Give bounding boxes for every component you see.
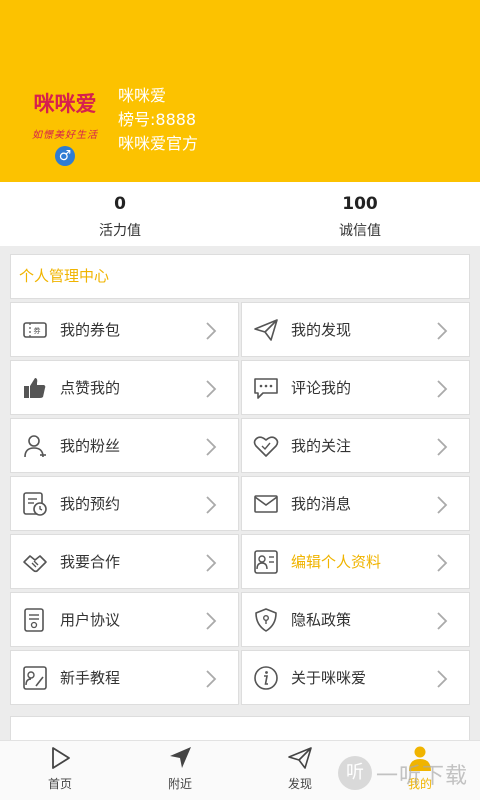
panel-title: 个人管理中心: [10, 254, 470, 299]
menu-label: 新手教程: [60, 669, 121, 687]
chevron-right-icon: [206, 554, 217, 572]
tab-label: 附近: [167, 777, 192, 791]
comment-icon: [254, 378, 278, 399]
user-icon: [24, 435, 46, 458]
envelope-icon: [254, 495, 278, 513]
chevron-right-icon: [437, 496, 448, 514]
stat-vitality[interactable]: 0 活力值: [0, 182, 240, 246]
info-icon: [254, 666, 278, 690]
chevron-right-icon: [206, 438, 217, 456]
profile-card-icon: [254, 550, 278, 574]
watermark: 听 一听下载: [338, 756, 480, 796]
chevron-right-icon: [206, 496, 217, 514]
menu-edit-profile[interactable]: 编辑个人资料: [241, 534, 470, 589]
stat-value: 100: [342, 194, 378, 214]
menu-label: 我的粉丝: [60, 437, 121, 455]
menu-privacy-policy[interactable]: 隐私政策: [241, 592, 470, 647]
menu-comments-me[interactable]: 评论我的: [241, 360, 470, 415]
shield-icon: [255, 608, 277, 632]
tab-nearby[interactable]: 附近: [120, 741, 240, 800]
menu-label: 我的关注: [291, 437, 352, 455]
chevron-right-icon: [206, 612, 217, 630]
menu-label: 编辑个人资料: [291, 553, 382, 571]
paper-plane-icon: [254, 319, 278, 341]
menu-label: 用户协议: [60, 611, 121, 629]
profile-header: 咪咪爱 如憬美好生活 ♂ 咪咪爱 榜号:8888 咪咪爱官方: [0, 0, 480, 182]
stat-value: 0: [114, 194, 126, 214]
menu-my-appointments[interactable]: 我的预约: [10, 476, 239, 531]
stats-bar: 0 活力值 100 诚信值: [0, 182, 480, 246]
stat-label: 诚信值: [339, 223, 381, 239]
menu-label: 我的券包: [60, 321, 121, 339]
location-arrow-icon: [170, 747, 191, 768]
chevron-right-icon: [437, 438, 448, 456]
logo-text: 咪咪爱: [33, 92, 97, 116]
menu-my-messages[interactable]: 我的消息: [241, 476, 470, 531]
management-panel: 个人管理中心 券 我的券包 我的发现 点赞我的 评论我的 我的粉丝 我的关注 我…: [10, 254, 470, 708]
menu-label: 我的预约: [60, 495, 121, 513]
menu-my-discoveries[interactable]: 我的发现: [241, 302, 470, 357]
chevron-right-icon: [437, 554, 448, 572]
menu-beginner-tutorial[interactable]: 新手教程: [10, 650, 239, 705]
menu-about[interactable]: 关于咪咪爱: [241, 650, 470, 705]
tutorial-icon: [23, 666, 47, 690]
stat-label: 活力值: [99, 223, 141, 239]
tab-label: 首页: [47, 777, 72, 791]
menu-label: 评论我的: [291, 379, 352, 397]
menu-label: 我的发现: [291, 321, 352, 339]
logo-slogan: 如憬美好生活: [32, 130, 98, 141]
male-gender-icon: ♂: [55, 146, 75, 166]
user-info[interactable]: 咪咪爱 榜号:8888 咪咪爱官方: [118, 84, 198, 156]
chevron-right-icon: [206, 322, 217, 340]
chevron-right-icon: [437, 670, 448, 688]
menu-my-follows[interactable]: 我的关注: [241, 418, 470, 473]
schedule-icon: [23, 492, 47, 516]
menu-my-coupons[interactable]: 券 我的券包: [10, 302, 239, 357]
official-tag: 咪咪爱官方: [118, 134, 199, 153]
menu-my-fans[interactable]: 我的粉丝: [10, 418, 239, 473]
menu-label: 点赞我的: [60, 379, 121, 397]
coupon-icon: 券: [23, 322, 47, 338]
tab-home[interactable]: 首页: [0, 741, 120, 800]
username: 咪咪爱: [118, 86, 167, 105]
play-icon: [52, 747, 70, 769]
menu-user-agreement[interactable]: 用户协议: [10, 592, 239, 647]
chevron-right-icon: [437, 322, 448, 340]
watermark-logo: 听: [338, 756, 372, 790]
watermark-text: 一听下载: [376, 764, 469, 789]
menu-label: 我的消息: [291, 495, 352, 513]
menu-label: 关于咪咪爱: [291, 669, 367, 687]
svg-text:券: 券: [34, 326, 41, 335]
menu-cooperation[interactable]: 我要合作: [10, 534, 239, 589]
handshake-icon: [23, 555, 47, 573]
stat-credit[interactable]: 100 诚信值: [240, 182, 480, 246]
paper-plane-icon: [288, 747, 312, 769]
menu-label: 隐私政策: [291, 611, 352, 629]
rank-number: 榜号:8888: [118, 110, 197, 129]
thumbs-up-icon: [24, 378, 46, 398]
next-section-card: [10, 716, 470, 740]
heart-icon: [253, 436, 279, 457]
chevron-right-icon: [206, 380, 217, 398]
menu-label: 我要合作: [60, 553, 121, 571]
menu-liked-me[interactable]: 点赞我的: [10, 360, 239, 415]
app-logo: 咪咪爱 如憬美好生活 ♂: [22, 78, 108, 170]
chevron-right-icon: [206, 670, 217, 688]
agreement-icon: [24, 608, 44, 632]
chevron-right-icon: [437, 612, 448, 630]
chevron-right-icon: [437, 380, 448, 398]
